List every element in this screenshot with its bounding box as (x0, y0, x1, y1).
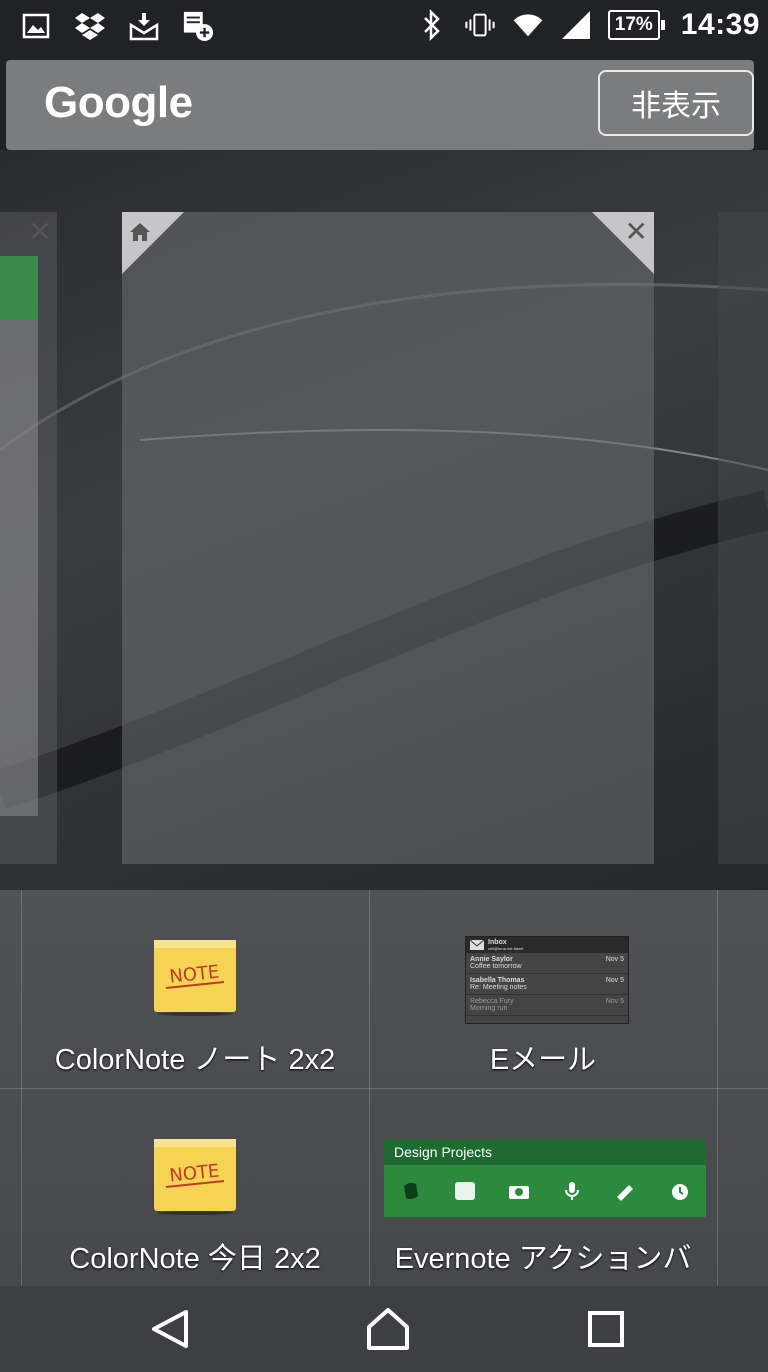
battery-tip (660, 20, 665, 30)
note-icon: NOTE (154, 940, 236, 1016)
email-date: Nov 5 (605, 956, 624, 963)
email-row: Rebecca Fury Nov 5 Morning run (466, 995, 628, 1016)
email-subject: Coffee tomorrow (470, 963, 522, 970)
google-search-bar[interactable]: Google 非表示 (6, 60, 754, 150)
email-preview-header: Inbox cell@bma.me.fakeit (466, 937, 628, 953)
dropbox-icon (74, 10, 106, 42)
wifi-icon (512, 9, 544, 41)
widget-evernote-actionbar[interactable]: Design Projects Evernote アクションバ (370, 1089, 716, 1287)
email-preview-title: Inbox (488, 939, 507, 946)
hide-button[interactable]: 非表示 (598, 70, 754, 136)
status-bar: 17% 14:39 (0, 0, 768, 52)
email-subject: Re: Meeting notes (470, 984, 527, 991)
widget-email[interactable]: Inbox cell@bma.me.fakeit Annie Saylor Nov… (370, 890, 716, 1088)
evernote-title: Design Projects (394, 1144, 493, 1160)
battery-icon: 17% (607, 10, 660, 40)
mail-download-icon (128, 10, 160, 42)
widget-drawer: NOTE ColorNote ノート 2x2 Inbox cell@bma.me… (0, 890, 768, 1286)
signal-icon (560, 9, 592, 41)
evernote-header: Design Projects (384, 1139, 706, 1165)
widget-preview-green (0, 256, 38, 320)
google-logo[interactable]: Google (44, 78, 193, 128)
note-icon: NOTE (154, 1139, 236, 1215)
notification-icons (20, 10, 214, 42)
system-indicators: 17% 14:39 (416, 8, 760, 42)
home-button[interactable] (358, 1304, 418, 1354)
home-icon[interactable] (128, 220, 152, 244)
image-icon (20, 10, 52, 42)
email-from: Rebecca Fury (470, 998, 514, 1005)
home-pane-main[interactable]: ✕ (122, 212, 654, 864)
camera-icon (508, 1186, 529, 1199)
evernote-actions (384, 1165, 706, 1217)
widget-preview-panel (0, 320, 38, 816)
note-add-icon (454, 1182, 475, 1200)
recents-button[interactable] (576, 1304, 636, 1354)
handwriting-icon (616, 1185, 633, 1201)
navigation-bar (0, 1286, 768, 1372)
email-preview-subtitle: cell@bma.me.fakeit (488, 946, 524, 951)
email-row: Isabella Thomas Nov 5 Re: Meeting notes (466, 974, 628, 995)
home-pane-right[interactable] (718, 212, 768, 864)
microphone-icon (565, 1182, 580, 1200)
close-icon[interactable]: ✕ (28, 218, 51, 246)
email-subject: Morning run (470, 1005, 508, 1012)
back-icon[interactable] (150, 1308, 190, 1350)
email-row: Annie Saylor Nov 5 Coffee tomorrow (466, 953, 628, 974)
email-from: Isabella Thomas (470, 977, 525, 984)
home-icon[interactable] (365, 1307, 411, 1351)
notes-add-icon (182, 10, 214, 42)
widget-label: Eメール (489, 1044, 597, 1076)
recents-icon[interactable] (587, 1310, 625, 1348)
back-button[interactable] (140, 1304, 200, 1354)
evernote-widget-preview: Design Projects (384, 1139, 706, 1217)
battery-percent: 17% (614, 14, 653, 35)
widget-label: ColorNote ノート 2x2 (54, 1044, 336, 1076)
widget-colornote-today[interactable]: NOTE ColorNote 今日 2x2 (22, 1089, 368, 1287)
widget-label: ColorNote 今日 2x2 (69, 1243, 321, 1275)
email-preview: Inbox cell@bma.me.fakeit Annie Saylor Nov… (465, 936, 629, 1024)
email-date: Nov 5 (605, 977, 624, 984)
widget-label: Evernote アクションバ (394, 1243, 692, 1275)
clock: 14:39 (680, 8, 760, 41)
bluetooth-icon (416, 9, 448, 41)
vibrate-icon (464, 9, 496, 41)
reminder-icon (671, 1184, 688, 1200)
home-screen-preview: ✕ ✕ (0, 150, 768, 890)
email-date: Nov 5 (605, 998, 624, 1005)
close-icon[interactable]: ✕ (625, 218, 648, 246)
email-from: Annie Saylor (470, 956, 513, 963)
home-pane-left[interactable]: ✕ (0, 212, 57, 864)
evernote-icon (404, 1182, 419, 1200)
battery-indicator: 17% (607, 10, 665, 40)
mail-icon (470, 940, 484, 950)
widget-colornote-note[interactable]: NOTE ColorNote ノート 2x2 (22, 890, 368, 1088)
